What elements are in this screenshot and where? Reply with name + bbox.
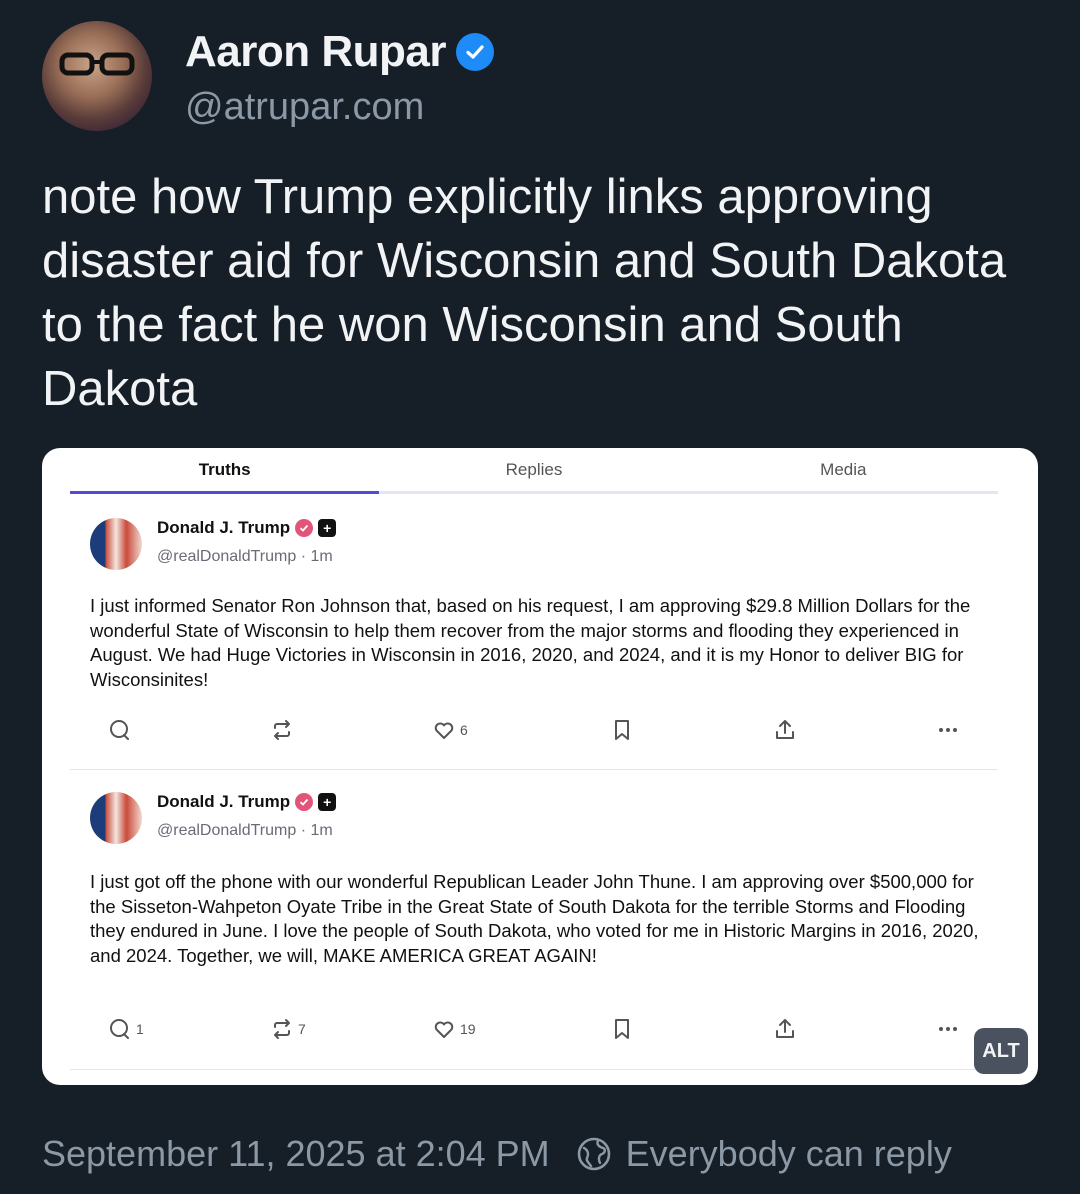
post-text: note how Trump explicitly links approvin…	[42, 170, 1007, 416]
bookmark-button[interactable]	[610, 718, 634, 742]
retruth-icon	[274, 1019, 290, 1039]
truth-author-name[interactable]: Donald J. Trump	[157, 518, 290, 538]
more-button[interactable]	[936, 1017, 960, 1041]
verified-icon	[455, 33, 494, 71]
truth-handle[interactable]: @realDonaldTrump · 1m	[157, 822, 333, 840]
share-icon	[776, 1019, 794, 1038]
reply-count: 1	[136, 1021, 144, 1037]
truth-avatar[interactable]	[90, 518, 142, 570]
like-button[interactable]: 6	[432, 718, 468, 742]
profile-tabs: Truths Replies Media	[70, 448, 998, 494]
glasses-graphic	[59, 52, 135, 76]
author-handle[interactable]: @atrupar.com	[185, 86, 424, 129]
bookmark-icon	[615, 1019, 629, 1039]
retruth-icon	[274, 720, 290, 740]
author-name[interactable]: Aaron Rupar	[185, 27, 446, 77]
more-icon	[939, 1027, 957, 1031]
truth-author-name[interactable]: Donald J. Trump	[157, 792, 290, 812]
share-button[interactable]	[773, 718, 797, 742]
tab-replies[interactable]: Replies	[379, 448, 688, 491]
retruth-button[interactable]	[270, 718, 298, 742]
tab-media[interactable]: Media	[689, 448, 998, 491]
truth-author-row: Donald J. Trump +	[157, 518, 337, 538]
tab-truths[interactable]: Truths	[70, 448, 380, 494]
share-button[interactable]	[773, 1017, 797, 1041]
author-name-row[interactable]: Aaron Rupar	[185, 27, 494, 77]
verified-icon	[295, 519, 314, 537]
reply-setting[interactable]: Everybody can reply	[626, 1133, 952, 1175]
reply-icon	[110, 1019, 129, 1039]
like-count: 6	[460, 722, 468, 738]
like-icon	[434, 722, 454, 739]
truth-text: I just got off the phone with our wonder…	[90, 871, 979, 966]
alt-text-button[interactable]: ALT	[974, 1028, 1028, 1074]
truth-post[interactable]: Donald J. Trump + @realDonaldTrump · 1m …	[70, 772, 998, 1070]
truth-avatar[interactable]	[90, 792, 142, 844]
more-button[interactable]	[936, 718, 960, 742]
like-count: 19	[460, 1021, 476, 1037]
embedded-image[interactable]: Truths Replies Media Donald J. Trump + @…	[42, 448, 1038, 1085]
truth-post[interactable]: Donald J. Trump + @realDonaldTrump · 1m …	[70, 498, 998, 770]
reply-icon	[110, 720, 129, 740]
truth-text: I just informed Senator Ron Johnson that…	[90, 595, 971, 690]
more-icon	[939, 728, 957, 732]
truth-handle[interactable]: @realDonaldTrump · 1m	[157, 548, 333, 566]
plus-icon: +	[318, 793, 337, 811]
bookmark-icon	[615, 720, 629, 740]
truth-author-row: Donald J. Trump +	[157, 792, 337, 812]
retruth-button[interactable]: 7	[270, 1017, 306, 1041]
truth-actions: 1 7 19	[98, 1017, 978, 1047]
bookmark-button[interactable]	[610, 1017, 634, 1041]
verified-icon	[295, 793, 314, 811]
like-icon	[434, 1021, 454, 1038]
post-timestamp[interactable]: September 11, 2025 at 2:04 PM	[42, 1133, 550, 1175]
globe-icon	[577, 1137, 610, 1171]
share-icon	[776, 720, 794, 739]
author-avatar[interactable]	[42, 21, 152, 131]
like-button[interactable]: 19	[432, 1017, 476, 1041]
truth-actions: 6	[98, 718, 978, 748]
plus-icon: +	[318, 519, 337, 537]
retruth-count: 7	[298, 1021, 306, 1037]
reply-button[interactable]: 1	[108, 1017, 144, 1041]
post-footer: September 11, 2025 at 2:04 PM Everybody …	[42, 1133, 952, 1175]
reply-button[interactable]	[108, 718, 136, 742]
